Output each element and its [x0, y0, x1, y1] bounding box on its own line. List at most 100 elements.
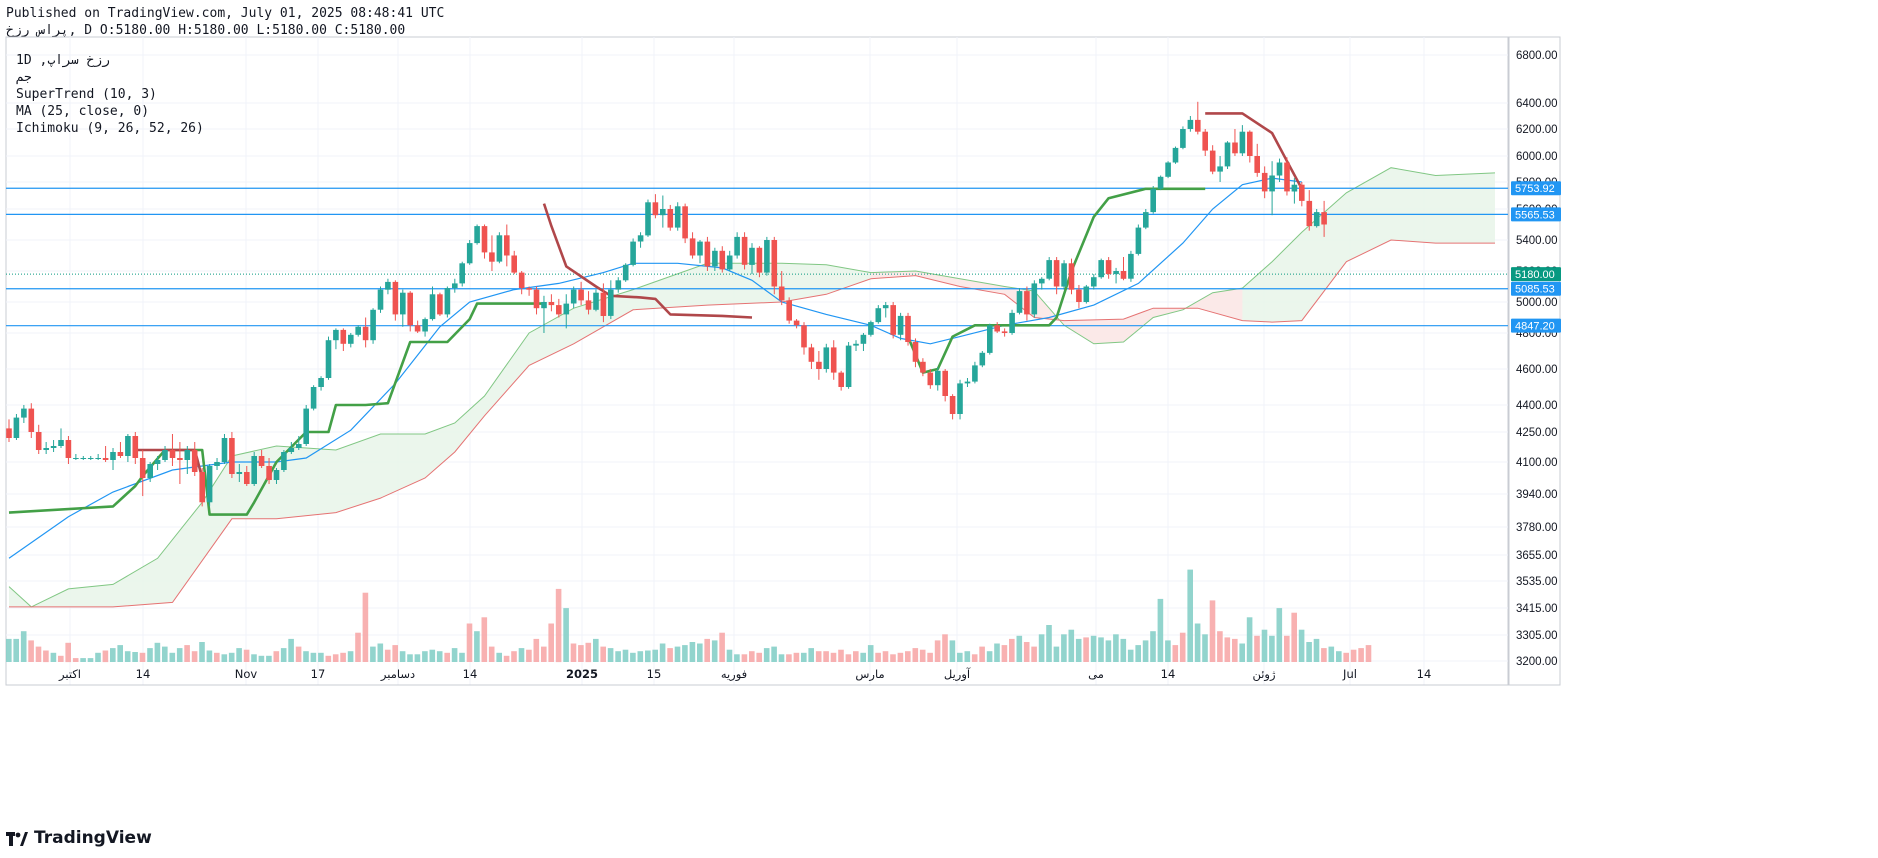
candle-body[interactable]: [1039, 278, 1045, 284]
candle-body[interactable]: [1239, 131, 1246, 154]
candle-body[interactable]: [1276, 162, 1283, 176]
candle-body[interactable]: [972, 365, 978, 382]
candle-body[interactable]: [340, 329, 347, 344]
candle-body[interactable]: [199, 472, 205, 503]
candle-body[interactable]: [444, 288, 451, 315]
candle-body[interactable]: [1083, 286, 1090, 303]
candle-body[interactable]: [994, 325, 1000, 332]
candle-body[interactable]: [511, 255, 517, 273]
legend-ichimoku[interactable]: Ichimoku (9, 26, 52, 26): [16, 120, 204, 137]
candle-body[interactable]: [920, 361, 926, 373]
candle-body[interactable]: [154, 460, 161, 464]
candle-body[interactable]: [585, 300, 592, 310]
candle-body[interactable]: [689, 238, 696, 256]
candle-body[interactable]: [496, 235, 503, 262]
candle-body[interactable]: [273, 470, 280, 480]
candle-body[interactable]: [541, 302, 547, 309]
candle-body[interactable]: [281, 452, 287, 470]
candle-body[interactable]: [935, 370, 941, 386]
candle-body[interactable]: [489, 252, 495, 262]
candle-body[interactable]: [905, 315, 911, 342]
candle-body[interactable]: [407, 292, 413, 326]
candle-body[interactable]: [756, 247, 763, 273]
candle-body[interactable]: [830, 347, 837, 373]
candle-body[interactable]: [348, 334, 354, 344]
candle-body[interactable]: [1187, 119, 1194, 129]
candle-body[interactable]: [764, 240, 770, 273]
candle-body[interactable]: [556, 305, 562, 315]
candle-body[interactable]: [987, 325, 993, 353]
candle-body[interactable]: [1261, 172, 1268, 192]
candle-body[interactable]: [169, 450, 176, 458]
candle-body[interactable]: [50, 446, 57, 448]
candle-body[interactable]: [1269, 175, 1275, 192]
candle-body[interactable]: [1016, 291, 1023, 313]
candle-body[interactable]: [1195, 119, 1201, 132]
candle-body[interactable]: [1053, 260, 1060, 287]
candle-body[interactable]: [600, 292, 607, 316]
candle-body[interactable]: [1120, 271, 1127, 279]
candle-body[interactable]: [1076, 289, 1082, 302]
candle-body[interactable]: [1113, 271, 1119, 275]
candle-body[interactable]: [422, 319, 428, 332]
candle-body[interactable]: [1313, 212, 1320, 227]
candle-body[interactable]: [1254, 156, 1260, 173]
candle-body[interactable]: [110, 452, 116, 460]
candle-body[interactable]: [853, 343, 859, 346]
candle-body[interactable]: [1291, 184, 1298, 192]
candle-body[interactable]: [429, 294, 436, 320]
candle-body[interactable]: [622, 264, 629, 281]
candle-body[interactable]: [882, 305, 889, 309]
candle-body[interactable]: [1217, 166, 1223, 172]
candle-body[interactable]: [667, 209, 674, 228]
candle-body[interactable]: [504, 235, 510, 256]
candle-body[interactable]: [1046, 260, 1052, 279]
candle-body[interactable]: [942, 370, 948, 396]
legend-supertrend[interactable]: SuperTrend (10, 3): [16, 86, 204, 103]
candle-body[interactable]: [414, 325, 421, 332]
candle-body[interactable]: [362, 326, 369, 341]
legend-ma[interactable]: MA (25, close, 0): [16, 103, 204, 120]
price-chart[interactable]: 3200.00 3305.00 3415.00 3535.00 3655.00 3780.…: [0, 0, 1878, 858]
candle-body[interactable]: [1098, 260, 1104, 278]
candle-body[interactable]: [1128, 253, 1134, 279]
candle-body[interactable]: [1024, 291, 1030, 315]
candle-body[interactable]: [927, 372, 934, 386]
candle-body[interactable]: [132, 436, 139, 458]
candle-body[interactable]: [1306, 200, 1313, 227]
candle-body[interactable]: [533, 289, 540, 309]
candle-body[interactable]: [325, 340, 332, 378]
candle-body[interactable]: [1009, 312, 1015, 333]
candle-body[interactable]: [593, 292, 599, 310]
candle-body[interactable]: [726, 255, 733, 270]
candle-body[interactable]: [1061, 263, 1067, 287]
candle-body[interactable]: [437, 294, 443, 315]
candle-body[interactable]: [1143, 212, 1149, 228]
candle-body[interactable]: [868, 322, 874, 335]
candle-body[interactable]: [87, 458, 94, 459]
candle-body[interactable]: [1247, 131, 1253, 156]
candle-body[interactable]: [1031, 283, 1038, 315]
candle-body[interactable]: [786, 300, 792, 321]
candle-body[interactable]: [13, 417, 20, 438]
candle-body[interactable]: [1150, 188, 1156, 213]
candle-body[interactable]: [80, 458, 87, 459]
candle-body[interactable]: [741, 236, 748, 265]
candle-body[interactable]: [838, 372, 844, 387]
candle-body[interactable]: [1321, 212, 1327, 225]
candle-body[interactable]: [749, 247, 755, 265]
candle-body[interactable]: [244, 472, 250, 484]
candle-body[interactable]: [578, 289, 584, 301]
candle-body[interactable]: [73, 458, 79, 459]
candle-body[interactable]: [734, 236, 740, 256]
candle-body[interactable]: [452, 283, 458, 289]
candle-body[interactable]: [548, 302, 555, 306]
candle-body[interactable]: [65, 440, 72, 458]
candle-body[interactable]: [630, 241, 636, 265]
candle-body[interactable]: [957, 383, 963, 414]
candle-body[interactable]: [1202, 131, 1208, 151]
candle-body[interactable]: [296, 444, 302, 448]
candle-body[interactable]: [481, 226, 488, 253]
candle-body[interactable]: [102, 458, 109, 460]
candle-body[interactable]: [377, 289, 384, 310]
